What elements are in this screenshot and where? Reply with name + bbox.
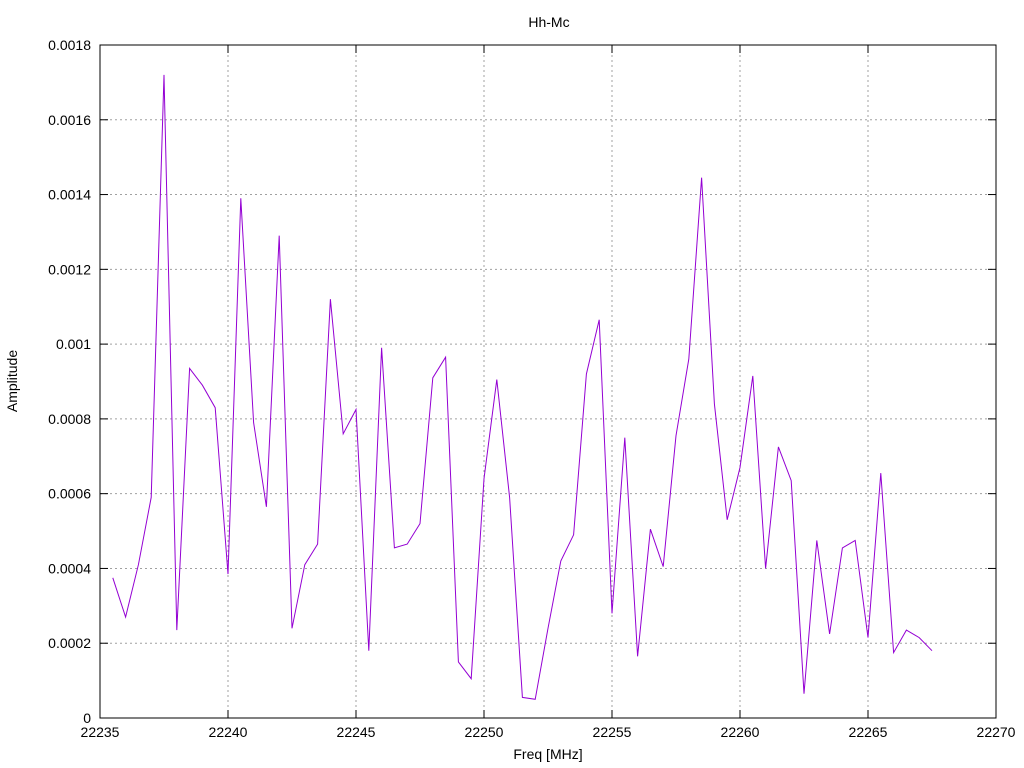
y-tick-label: 0.001 [56, 336, 91, 352]
x-tick-label: 22270 [977, 724, 1016, 740]
y-tick-label: 0 [83, 710, 91, 726]
y-tick-label: 0.0012 [48, 261, 91, 277]
y-tick-label: 0.0004 [48, 560, 91, 576]
y-tick-label: 0.0018 [48, 37, 91, 53]
y-tick-label: 0.0008 [48, 411, 91, 427]
x-tick-label: 22240 [209, 724, 248, 740]
y-tick-label: 0.0016 [48, 112, 91, 128]
x-axis-title: Freq [MHz] [513, 746, 582, 762]
x-tick-label: 22265 [849, 724, 888, 740]
y-axis-title: Amplitude [4, 350, 20, 412]
amplitude-line-chart: Hh-Mc 22235 22240 22245 22250 22255 22260 2226… [4, 14, 1016, 762]
chart-title: Hh-Mc [528, 14, 569, 30]
x-tick-label: 22235 [81, 724, 120, 740]
y-tick-labels: 0 0.0002 0.0004 0.0006 0.0008 0.001 0.0012 0.00… [48, 37, 91, 726]
x-tick-label: 22245 [337, 724, 376, 740]
y-tick-label: 0.0006 [48, 486, 91, 502]
x-tick-label: 22250 [465, 724, 504, 740]
amplitude-series-line [112, 74, 933, 700]
x-tick-label: 22255 [593, 724, 632, 740]
y-tick-label: 0.0002 [48, 635, 91, 651]
y-tick-label: 0.0014 [48, 187, 91, 203]
x-tick-labels: 22235 22240 22245 22250 22255 22260 22265 22270 [81, 724, 1016, 740]
x-tick-label: 22260 [721, 724, 760, 740]
